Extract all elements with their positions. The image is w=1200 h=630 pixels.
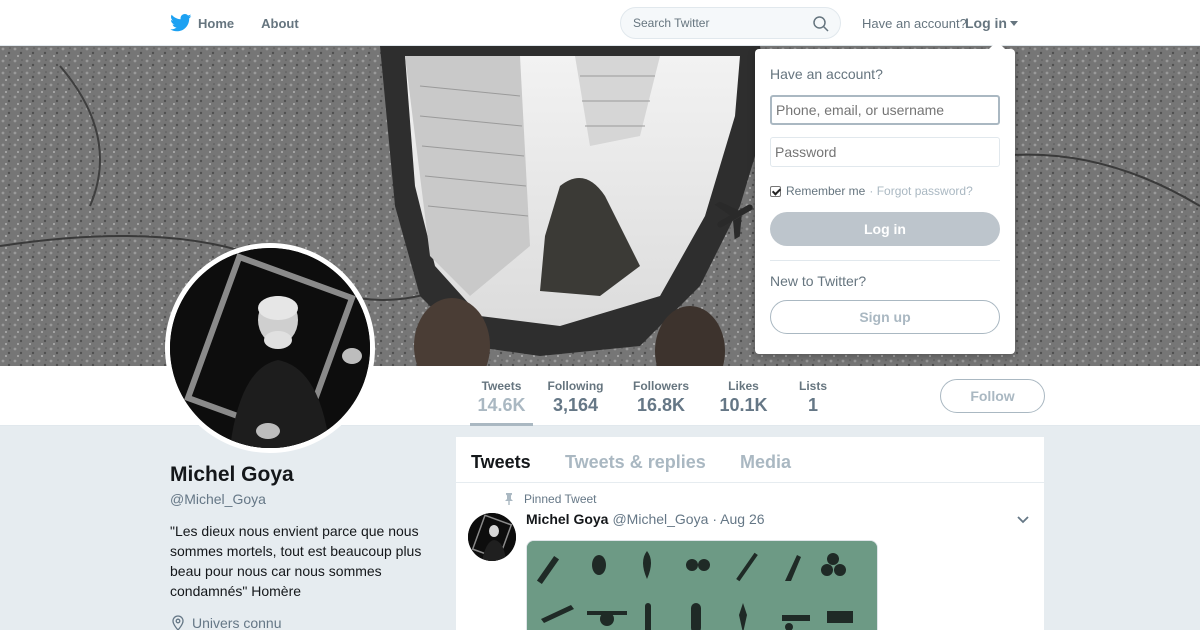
login-dropdown-toggle[interactable]: Log in [965,15,1018,31]
new-to-twitter-text: New to Twitter? [770,273,867,289]
home-label: Home [198,15,235,31]
caret-down-icon [1010,20,1018,26]
stat-value: 10.1K [719,395,768,415]
tweet-avatar[interactable] [468,513,516,561]
stat-label: Likes [728,379,759,393]
tab-tweets[interactable]: Tweets [471,452,531,473]
stat-likes[interactable]: Likes 10.1K [716,366,771,426]
dropdown-arrow [989,41,1005,49]
login-dropdown: Have an account? Remember me · Forgot pa… [755,41,1015,354]
username-input[interactable] [770,95,1000,125]
profile-handle[interactable]: @Michel_Goya [170,491,266,507]
stat-value: 3,164 [552,395,599,415]
remember-me-checkbox[interactable] [770,185,781,197]
forgot-password-link[interactable]: · Forgot password? [869,184,972,198]
stat-value: 16.8K [636,395,686,415]
pinned-label: Pinned Tweet [524,492,597,506]
avatar-photo [170,248,370,448]
stat-label: Tweets [481,379,522,393]
stat-tweets[interactable]: Tweets 14.6K [470,366,533,426]
top-navigation: Home About Search Twitter Have an accoun… [0,0,1200,46]
tweet-author-name[interactable]: Michel Goya [526,511,608,527]
tweet-date[interactable]: · Aug 26 [712,511,764,527]
profile-bio: "Les dieux nous envient parce que nous s… [170,523,422,599]
stat-value: 14.6K [477,395,526,415]
pinned-indicator: Pinned Tweet [504,492,597,506]
tweet-author-handle[interactable]: @Michel_Goya [612,511,708,527]
location-text: Univers connu [192,615,282,630]
login-label: Log in [965,15,1007,31]
location-pin-icon [172,615,184,630]
search-input[interactable]: Search Twitter [620,7,841,39]
tab-media[interactable]: Media [740,452,791,473]
profile-location: Univers connu [170,615,282,630]
about-label: About [261,15,299,31]
stat-label: Followers [632,379,689,393]
timeline-tabs: Tweets Tweets & replies Media [456,437,1044,483]
follow-button[interactable]: Follow [940,379,1045,413]
divider [770,260,1000,261]
pin-icon [505,493,513,505]
about-link[interactable]: About [261,16,299,31]
nav-left: Home About [170,0,326,46]
chevron-down-icon[interactable] [1016,515,1030,525]
search-icon[interactable] [812,15,830,33]
tab-tweets-replies[interactable]: Tweets & replies [565,452,706,473]
stat-label: Following [547,379,604,393]
login-button[interactable]: Log in [770,212,1000,246]
tweet-header: Michel Goya @Michel_Goya · Aug 26 [526,511,765,527]
remember-me-label[interactable]: Remember me [786,184,865,198]
twitter-bird-icon [170,14,192,32]
signup-button[interactable]: Sign up [770,300,1000,334]
stat-lists[interactable]: Lists 1 [793,366,833,426]
search-placeholder: Search Twitter [633,16,710,30]
stat-following[interactable]: Following 3,164 [544,366,607,426]
stat-followers[interactable]: Followers 16.8K [629,366,693,426]
stat-label: Lists [798,379,827,393]
password-input[interactable] [770,137,1000,167]
tweet-media-image[interactable] [526,540,878,630]
remember-me-row: Remember me · Forgot password? [770,184,973,198]
home-link[interactable]: Home [170,14,234,32]
profile-name[interactable]: Michel Goya [170,463,294,487]
stat-value: 1 [807,395,818,415]
login-title: Have an account? [770,66,883,82]
have-account-text: Have an account? [862,16,967,31]
timeline: Tweets Tweets & replies Media Pinned Twe… [456,437,1044,630]
profile-avatar[interactable] [165,243,375,453]
